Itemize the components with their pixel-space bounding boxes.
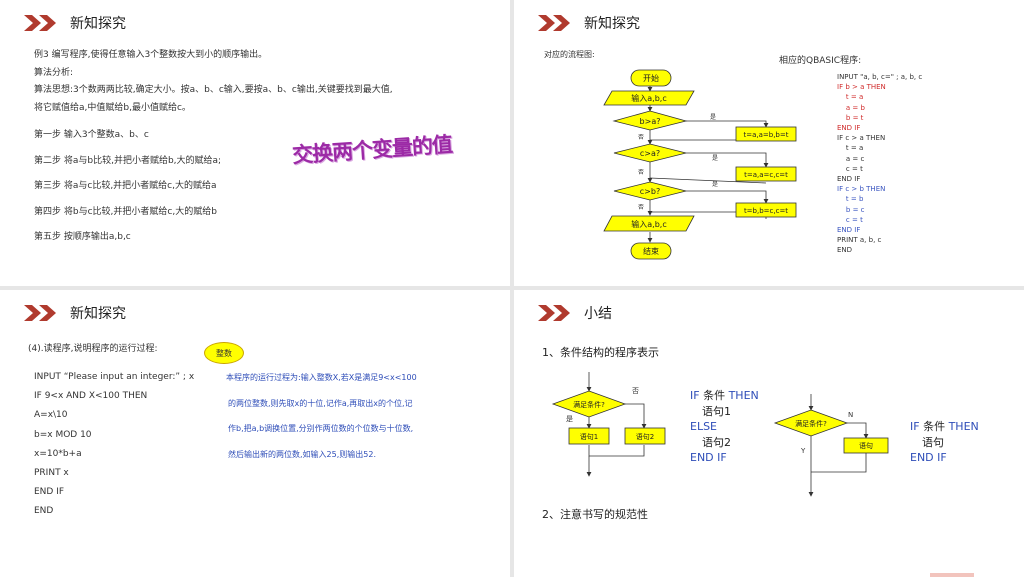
kw-if: IF <box>690 389 700 402</box>
program-line-4: b=x MOD 10 <box>34 430 92 440</box>
question-text: (4).读程序,说明程序的运行过程: <box>28 344 158 354</box>
if-else-no: 否 <box>632 387 639 395</box>
qbasic-line: a = b <box>837 103 865 112</box>
action-2-label: t=a,a=c,c=t <box>744 171 788 179</box>
if-else-decision-label: 满足条件? <box>573 400 605 409</box>
slide-header: 新知探究 <box>24 12 126 34</box>
condition-word: 条件 <box>703 389 726 402</box>
qbasic-line: IF c > b THEN <box>837 185 886 194</box>
qbasic-line: b = c <box>837 205 865 214</box>
explain-line-1: 本程序的运行过程为:输入整数X,若X是满足9<x<100 <box>226 373 417 382</box>
analysis-head: 算法分析: <box>34 68 74 78</box>
idea-line-2: 将它赋值给a,中值赋给b,最小值赋给c。 <box>34 103 191 113</box>
progress-marker <box>930 573 974 577</box>
integer-callout-badge: 整数 <box>204 342 244 364</box>
if-yes: Y <box>800 447 806 455</box>
output-label: 输入a,b,c <box>631 219 666 229</box>
qbasic-line: c = t <box>837 215 863 224</box>
slide-3: 新知探究 (4).读程序,说明程序的运行过程: 整数 INPUT “Please… <box>0 290 510 577</box>
if-code: IF 条件 THEN 语句 END IF <box>910 419 979 466</box>
program-line-8: END <box>34 506 54 516</box>
kw-then: THEN <box>948 420 979 433</box>
qbasic-code-block: INPUT "a, b, c=" ; a, b, c IF b > a THEN … <box>837 72 922 256</box>
action-3-label: t=b,b=c,c=t <box>744 207 788 215</box>
sorting-flowchart: 开始 输入a,b,c b>a? c>a? c>b? t=a,a=b,b=t t=… <box>603 69 797 260</box>
qbasic-line: b = t <box>837 113 864 122</box>
statement-2-label: 语句2 <box>636 432 654 441</box>
kw-then: THEN <box>728 389 759 402</box>
kw-end-if: END IF <box>910 451 947 464</box>
qbasic-line: t = b <box>837 195 864 204</box>
qbasic-line: END IF <box>837 175 861 184</box>
if-no: N <box>848 411 853 419</box>
no-label-2: 否 <box>638 169 644 176</box>
explain-line-3: 作b,把a,b调换位置,分别作两位数的个位数与十位数, <box>228 424 414 433</box>
slide-title: 新知探究 <box>70 306 126 322</box>
kw-if: IF <box>910 420 920 433</box>
step-1: 第一步 输入3个整数a、b、c <box>34 130 149 140</box>
if-decision-label: 满足条件? <box>795 419 827 428</box>
statement-label: 语句 <box>859 441 873 450</box>
code-statement-1: 语句1 <box>702 404 731 418</box>
no-label-3: 否 <box>638 204 644 211</box>
qbasic-line: IF b > a THEN <box>837 83 886 92</box>
yes-label-1: 是 <box>710 114 716 121</box>
idea-line-1: 算法思想:3个数两两比较,确定大小。按a、b、c输入,要按a、b、c输出,关键要… <box>34 85 393 95</box>
yes-label-2: 是 <box>712 155 718 162</box>
example-text: 例3 编写程序,使得任意输入3个整数按大到小的顺序输出。 <box>34 50 268 60</box>
kw-end-if: END IF <box>690 451 727 464</box>
slide-4: 小结 1、条件结构的程序表示 2、注意书写的规范性 满足条件? 是 否 语句1 … <box>514 290 1024 577</box>
qbasic-line: END <box>837 246 853 255</box>
wordart-swap-values: 交换两个变量的值 <box>291 132 453 168</box>
end-label: 结束 <box>643 246 659 256</box>
qbasic-line: a = c <box>837 154 865 163</box>
qbasic-line: t = a <box>837 93 864 102</box>
slide-2: 新知探究 对应的流程图: 相应的QBASIC程序: 开始 输入a,b,c b>a… <box>514 0 1024 286</box>
qbasic-line: END IF <box>837 226 861 235</box>
step-5: 第五步 按顺序输出a,b,c <box>34 232 131 242</box>
qbasic-line: t = a <box>837 144 864 153</box>
code-statement: 语句 <box>922 435 944 449</box>
slide-title: 新知探究 <box>70 16 126 32</box>
step-2: 第二步 将a与b比较,并把小者赋给b,大的赋给a; <box>34 156 222 166</box>
kw-else: ELSE <box>690 420 718 433</box>
qbasic-line: INPUT "a, b, c=" ; a, b, c <box>837 73 923 81</box>
if-else-code: IF 条件 THEN 语句1 ELSE 语句2 END IF <box>690 388 759 466</box>
condition-word: 条件 <box>923 420 946 433</box>
start-label: 开始 <box>643 73 659 83</box>
double-chevron-icon <box>24 305 56 321</box>
if-else-yes: 是 <box>566 415 573 423</box>
explain-line-2: 的两位整数,则先取x的十位,记作a,再取出x的个位,记 <box>228 399 413 408</box>
qbasic-line: END IF <box>837 124 861 133</box>
code-statement-2: 语句2 <box>702 435 731 449</box>
program-line-5: x=10*b+a <box>34 449 82 459</box>
input-label: 输入a,b,c <box>631 93 666 103</box>
slide-1: 新知探究 例3 编写程序,使得任意输入3个整数按大到小的顺序输出。 算法分析: … <box>0 0 510 286</box>
program-line-3: A=x\10 <box>34 410 68 420</box>
explain-line-4: 然后输出新的两位数,如输入25,则输出52. <box>228 450 376 459</box>
decision-3-label: c>b? <box>640 187 660 196</box>
decision-1-label: b>a? <box>640 117 661 126</box>
step-3: 第三步 将a与c比较,并把小者赋给c,大的赋给a <box>34 181 217 191</box>
program-line-1: INPUT “Please input an integer:” ; x <box>34 372 195 382</box>
decision-2-label: c>a? <box>640 149 660 158</box>
program-line-7: END IF <box>34 487 65 497</box>
yes-label-3: 是 <box>712 181 718 188</box>
no-label-1: 否 <box>638 134 644 141</box>
program-line-6: PRINT x <box>34 468 69 478</box>
program-line-2: IF 9<x AND X<100 THEN <box>34 391 148 401</box>
slide-header: 新知探究 <box>24 302 126 324</box>
qbasic-line: PRINT a, b, c <box>837 236 882 245</box>
qbasic-line: IF c > a THEN <box>837 134 886 143</box>
qbasic-line: c = t <box>837 164 863 173</box>
action-1-label: t=a,a=b,b=t <box>743 131 788 139</box>
double-chevron-icon <box>24 15 56 31</box>
statement-1-label: 语句1 <box>580 432 598 441</box>
step-4: 第四步 将b与c比较,并把小者赋给c,大的赋给b <box>34 207 217 217</box>
